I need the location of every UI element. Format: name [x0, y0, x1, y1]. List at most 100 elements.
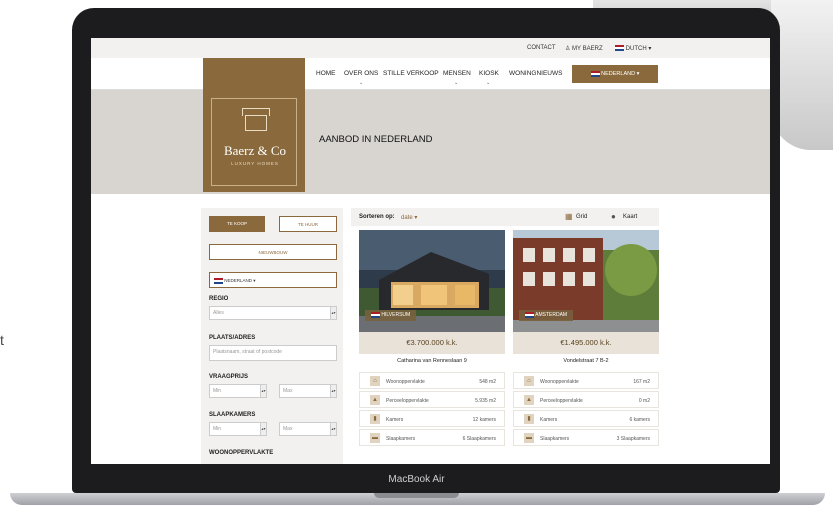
house-icon: ⌂ [370, 376, 380, 386]
dutch-flag-icon [525, 311, 534, 318]
feature-value: 167 m2 [633, 379, 650, 385]
location-label: HILVERSUM [381, 312, 411, 318]
max-value: Max [283, 426, 293, 432]
nav-stille-verkoop[interactable]: STILLE VERKOOP [383, 70, 439, 77]
regio-select[interactable]: Alles ▴▾ [209, 306, 337, 320]
logo-frame: Baerz & Co LUXURY HOMES [211, 98, 297, 186]
slaapkamers-label: SLAAPKAMERS [209, 412, 256, 418]
logo-house-icon [245, 115, 267, 131]
plaats-input[interactable]: Plaatsnaam, straat of postcode [209, 345, 337, 361]
feature-value: 3 Slaapkamers [616, 436, 650, 442]
property-card[interactable]: AMSTERDAM €1.495.000 k.k. Vondelstraat 7… [513, 230, 659, 464]
sort-value: date [401, 215, 413, 221]
plot-icon: ▲ [524, 395, 534, 405]
min-value: Min [213, 388, 222, 394]
house-icon: ⌂ [524, 376, 534, 386]
location-tag: HILVERSUM [365, 310, 417, 321]
feature-value: 0 m2 [638, 398, 650, 404]
feature-value: 12 kamers [472, 417, 496, 423]
language-select[interactable]: DUTCH ▾ [615, 45, 651, 52]
feature-row: ⌂ Woonoppervlakte 167 m2 [513, 372, 659, 389]
feature-label: Kamers [540, 417, 558, 423]
dutch-flag-icon [590, 70, 600, 77]
chevron-down-icon: ⌄ [454, 80, 459, 86]
device-label: MacBook Air [388, 474, 445, 485]
feature-value: 548 m2 [479, 379, 496, 385]
feature-label: Slaapkamers [386, 436, 416, 442]
slaapkamers-max-select[interactable]: Max ▴▾ [279, 422, 337, 436]
utility-bar: CONTACT ♙ MY BAERZ DUTCH ▾ [91, 38, 770, 58]
dutch-flag-icon [615, 45, 624, 52]
caret-down-icon: ▾ [636, 71, 640, 77]
feature-row: ▲ Perceeloppervlakte 0 m2 [513, 391, 659, 408]
door-icon: ▮ [370, 414, 380, 424]
property-price: €3.700.000 k.k. [359, 332, 505, 354]
country-nav-label: NEDERLAND [601, 71, 636, 77]
sort-select[interactable]: date ▾ [401, 214, 417, 221]
logo-name: Baerz & Co [223, 143, 287, 158]
map-pin-icon[interactable]: ● [611, 212, 616, 221]
vraagprijs-max-select[interactable]: Max ▴▾ [279, 384, 337, 398]
feature-row: ▮ Kamers 12 kamers [359, 410, 505, 427]
my-baerz-link[interactable]: ♙ MY BAERZ [565, 45, 603, 52]
country-nav-button[interactable]: NEDERLAND ▾ [572, 65, 658, 83]
nieuwbouw-button[interactable]: NIEUWBOUW [209, 244, 337, 260]
sort-bar: Sorteren op: date ▾ ▦ Grid ● Kaart [351, 208, 659, 226]
property-card[interactable]: HILVERSUM €3.700.000 k.k. Catharina van … [359, 230, 505, 464]
filter-panel: TE KOOP TE HUUR NIEUWBOUW NEDERLAND ▾ RE… [201, 208, 343, 464]
feature-row: ▬ Slaapkamers 6 Slaapkamers [359, 429, 505, 446]
property-address[interactable]: Catharina van Renneslaan 9 [359, 358, 505, 364]
grid-view-label[interactable]: Grid [576, 214, 587, 220]
bed-icon: ▬ [370, 433, 380, 443]
sort-label: Sorteren op: [359, 214, 395, 220]
dutch-flag-icon [214, 277, 223, 284]
logo[interactable]: Baerz & Co LUXURY HOMES [203, 58, 305, 192]
caret-down-icon: ▾ [253, 278, 256, 283]
caret-down-icon: ▾ [648, 46, 652, 52]
laptop-notch [374, 493, 459, 498]
property-address[interactable]: Vondelstraat 7 B-2 [513, 358, 659, 364]
door-icon: ▮ [524, 414, 534, 424]
slaapkamers-min-select[interactable]: Min ▴▾ [209, 422, 267, 436]
contact-link[interactable]: CONTACT [527, 45, 556, 51]
nav-woningnieuws[interactable]: WONINGNIEUWS [509, 70, 562, 77]
vraagprijs-label: VRAAGPRIJS [209, 374, 249, 380]
select-arrow-icon: ▴▾ [330, 385, 336, 397]
feature-row: ▲ Perceeloppervlakte 5.935 m2 [359, 391, 505, 408]
vraagprijs-min-select[interactable]: Min ▴▾ [209, 384, 267, 398]
country-select[interactable]: NEDERLAND ▾ [209, 272, 337, 288]
main-nav: HOME OVER ONS ⌄ STILLE VERKOOP MENSEN ⌄ … [91, 58, 770, 90]
dutch-flag-icon [371, 311, 380, 318]
feature-label: Kamers [386, 417, 404, 423]
property-photo-amsterdam[interactable]: AMSTERDAM [513, 230, 659, 332]
map-view-label[interactable]: Kaart [623, 214, 637, 220]
language-label: DUTCH [625, 46, 647, 52]
te-huur-button[interactable]: TE HUUR [279, 216, 337, 232]
feature-value: 5.935 m2 [475, 398, 496, 404]
grid-icon[interactable]: ▦ [565, 212, 573, 221]
select-arrow-icon: ▴▾ [330, 307, 336, 319]
min-value: Min [213, 426, 222, 432]
country-select-label: NEDERLAND [224, 278, 253, 283]
my-baerz-label: MY BAERZ [572, 46, 603, 52]
bed-icon: ▬ [524, 433, 534, 443]
page-title: AANBOD IN NEDERLAND [319, 134, 433, 145]
woonoppervlakte-label: WOONOPPERVLAKTE [209, 450, 274, 456]
logo-subtitle: LUXURY HOMES [231, 161, 279, 166]
website-screen: CONTACT ♙ MY BAERZ DUTCH ▾ HOME OVER ONS… [91, 38, 770, 464]
background-device [771, 0, 833, 150]
nav-over-ons[interactable]: OVER ONS [344, 70, 378, 77]
select-arrow-icon: ▴▾ [260, 385, 266, 397]
select-arrow-icon: ▴▾ [330, 423, 336, 435]
property-price: €1.495.000 k.k. [513, 332, 659, 354]
nav-mensen[interactable]: MENSEN [443, 70, 471, 77]
property-photo-hilversum[interactable]: HILVERSUM [359, 230, 505, 332]
feature-value: 6 Slaapkamers [462, 436, 496, 442]
nav-home[interactable]: HOME [316, 70, 336, 77]
feature-label: Woonoppervlakte [386, 379, 425, 385]
te-koop-button[interactable]: TE KOOP [209, 216, 265, 232]
feature-label: Slaapkamers [540, 436, 570, 442]
nav-kiosk[interactable]: KIOSK [479, 70, 499, 77]
regio-label: REGIO [209, 296, 229, 302]
feature-row: ⌂ Woonoppervlakte 548 m2 [359, 372, 505, 389]
